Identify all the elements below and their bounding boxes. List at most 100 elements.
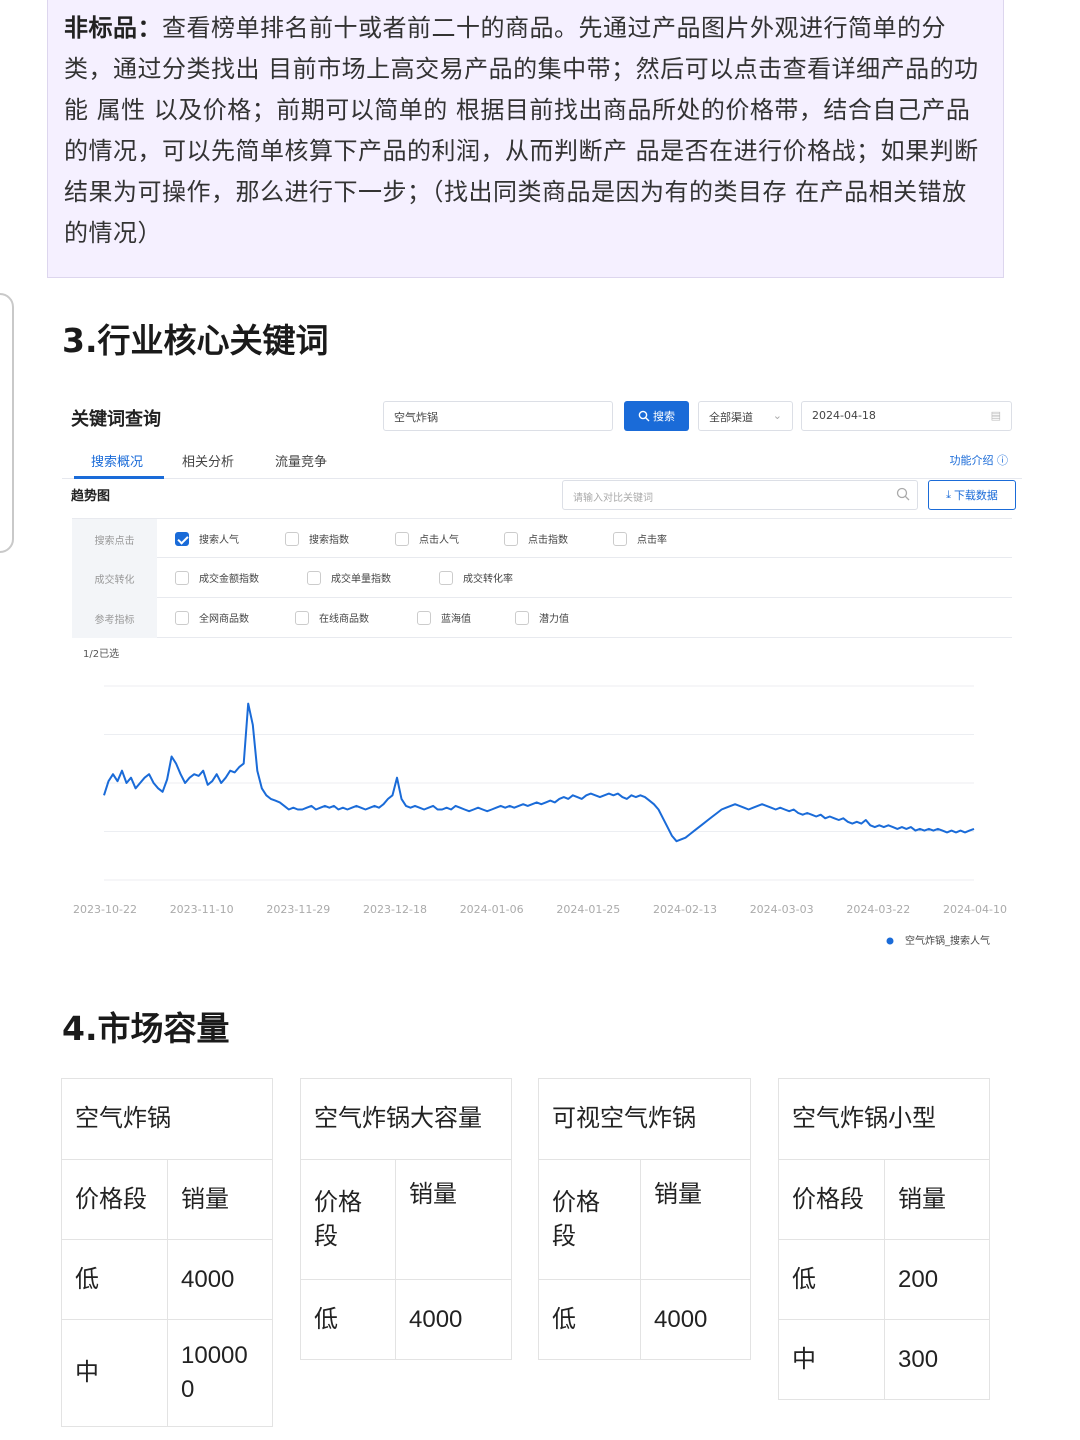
table-cell: 中 [778, 1319, 885, 1400]
checkbox-box [307, 570, 321, 585]
function-intro-label: 功能介绍 [949, 454, 994, 467]
note-paragraph: 非标品：查看榜单排名前十或者前二十的商品。先通过产品图片外观进行简单的分类，通过… [64, 8, 987, 254]
table-title: 可视空气炸锅 [538, 1078, 751, 1160]
checkbox-box [504, 531, 518, 546]
section-3-title: 3.行业核心关键词 [62, 321, 329, 360]
table-header: 价格段 [61, 1159, 168, 1240]
table-header: 销量 [395, 1159, 512, 1280]
tab-traffic-competition[interactable]: 流量竞争 [275, 451, 327, 470]
filter-row-conversion: 成交转化 成交金额指数 成交单量指数 成交转化率 [72, 558, 1012, 598]
checkbox-potential[interactable]: 潜力值 [515, 610, 569, 625]
table-cell: 300 [884, 1319, 990, 1400]
chevron-down-icon: ⌄ [772, 409, 782, 422]
note-text: 查看榜单排名前十或者前二十的商品。先通过产品图片外观进行简单的分类，通过分类找出… [64, 14, 979, 247]
table-header: 销量 [884, 1159, 990, 1240]
x-tick-label: 2024-02-13 [653, 903, 717, 916]
checkbox-click-rate[interactable]: 点击率 [613, 531, 667, 546]
checkbox-search-popularity[interactable]: 搜索人气 [175, 531, 239, 546]
checkbox-box [175, 570, 189, 585]
x-tick-label: 2023-11-10 [170, 903, 234, 916]
table-title: 空气炸锅大容量 [300, 1078, 512, 1160]
checkbox-label: 搜索指数 [309, 535, 349, 546]
market-table: 可视空气炸锅 价格 段销量 低 4000 [538, 1078, 751, 1360]
calendar-icon: ▤ [990, 409, 1001, 422]
checkbox-order-index[interactable]: 成交单量指数 [307, 570, 391, 585]
x-tick-label: 2023-12-18 [363, 903, 427, 916]
search-button[interactable]: 搜索 [624, 401, 689, 431]
checkbox-label: 蓝海值 [441, 614, 471, 625]
checkbox-label: 成交转化率 [463, 574, 513, 585]
checkbox-label: 在线商品数 [319, 614, 369, 625]
filter-head: 成交转化 [72, 558, 157, 598]
checkbox-box [295, 610, 309, 625]
table-title: 空气炸锅小型 [778, 1078, 990, 1160]
date-value: 2024-04-18 [812, 409, 876, 422]
function-intro-link[interactable]: 功能介绍 ⓘ [950, 452, 1009, 468]
compare-keyword-input[interactable]: 请输入对比关键词 [562, 480, 918, 510]
legend-dot [886, 937, 894, 945]
table-cell: 低 [538, 1279, 641, 1360]
download-label: 下载数据 [953, 489, 998, 502]
search-button-label: 搜索 [653, 410, 675, 423]
tab-related-analysis[interactable]: 相关分析 [182, 451, 234, 470]
table-title: 空气炸锅 [61, 1078, 273, 1160]
checkbox-label: 点击指数 [528, 535, 568, 546]
table-row: 中 300 [778, 1319, 990, 1400]
x-tick-label: 2024-01-25 [556, 903, 620, 916]
checkbox-label: 点击率 [637, 535, 667, 546]
tab-bar: 搜索概况 相关分析 流量竞争 功能介绍 ⓘ [62, 446, 1022, 479]
series-line [103, 702, 975, 843]
download-data-button[interactable]: ⤓ 下载数据 [928, 480, 1016, 510]
table-cell: 低 [778, 1239, 885, 1320]
checkbox-box [285, 531, 299, 546]
date-picker[interactable]: 2024-04-18 ▤ [801, 401, 1012, 431]
checkbox-box [439, 570, 453, 585]
market-table: 空气炸锅小型 价格段 销量 低 200 中 300 [778, 1078, 990, 1400]
table-cell: 低 [61, 1239, 168, 1320]
table-cell: 10000 0 [167, 1319, 273, 1427]
keyword-query-panel: 关键词查询 空气炸锅 搜索 全部渠道 ⌄ 2024-04-18 ▤ 搜索概况 相… [62, 388, 1022, 968]
trend-chart-label: 趋势图 [71, 489, 111, 504]
table-row: 中 10000 0 [61, 1319, 273, 1427]
download-icon: ⤓ [946, 488, 951, 501]
checkbox-box [175, 610, 189, 625]
checkbox-click-index[interactable]: 点击指数 [504, 531, 568, 546]
checkbox-blue-ocean[interactable]: 蓝海值 [417, 610, 471, 625]
checkbox-label: 潜力值 [539, 614, 569, 625]
note-box: 非标品：查看榜单排名前十或者前二十的商品。先通过产品图片外观进行简单的分类，通过… [47, 0, 1004, 278]
x-tick-label: 2024-03-03 [750, 903, 814, 916]
checkbox-search-index[interactable]: 搜索指数 [285, 531, 349, 546]
table-header: 价格段 [778, 1159, 885, 1240]
search-icon[interactable] [896, 487, 910, 501]
table-header: 销量 [640, 1159, 751, 1280]
filter-head: 参考指标 [72, 598, 157, 638]
table-row: 低 200 [778, 1239, 990, 1320]
selected-count: 1/2已选 [83, 649, 120, 660]
checkbox-box [395, 531, 409, 546]
checkbox-box [515, 610, 529, 625]
panel-title: 关键词查询 [71, 409, 161, 430]
keyword-input[interactable]: 空气炸锅 [383, 401, 613, 431]
channel-select[interactable]: 全部渠道 ⌄ [698, 401, 793, 431]
checkbox-checked-icon [175, 531, 189, 546]
checkbox-network-goods[interactable]: 全网商品数 [175, 610, 249, 625]
x-tick-label: 2023-10-22 [73, 903, 137, 916]
channel-select-value: 全部渠道 [709, 411, 753, 424]
checkbox-click-popularity[interactable]: 点击人气 [395, 531, 459, 546]
checkbox-box [417, 610, 431, 625]
checkbox-conversion-rate[interactable]: 成交转化率 [439, 570, 513, 585]
market-table: 空气炸锅 价格段 销量 低 4000 中 10000 0 [61, 1078, 273, 1427]
x-tick-label: 2023-11-29 [266, 903, 330, 916]
side-drawer-handle[interactable] [0, 293, 14, 553]
checkbox-label: 全网商品数 [199, 614, 249, 625]
search-icon [638, 410, 650, 422]
checkbox-gmv-index[interactable]: 成交金额指数 [175, 570, 259, 585]
note-bold-label: 非标品： [64, 14, 162, 42]
filter-row-reference: 参考指标 全网商品数 在线商品数 蓝海值 潜力值 [72, 598, 1012, 638]
tab-search-overview[interactable]: 搜索概况 [91, 451, 143, 470]
checkbox-label: 成交单量指数 [331, 574, 391, 585]
table-cell: 200 [884, 1239, 990, 1320]
checkbox-label: 搜索人气 [199, 535, 239, 546]
checkbox-online-goods[interactable]: 在线商品数 [295, 610, 369, 625]
table-cell: 中 [61, 1319, 168, 1427]
